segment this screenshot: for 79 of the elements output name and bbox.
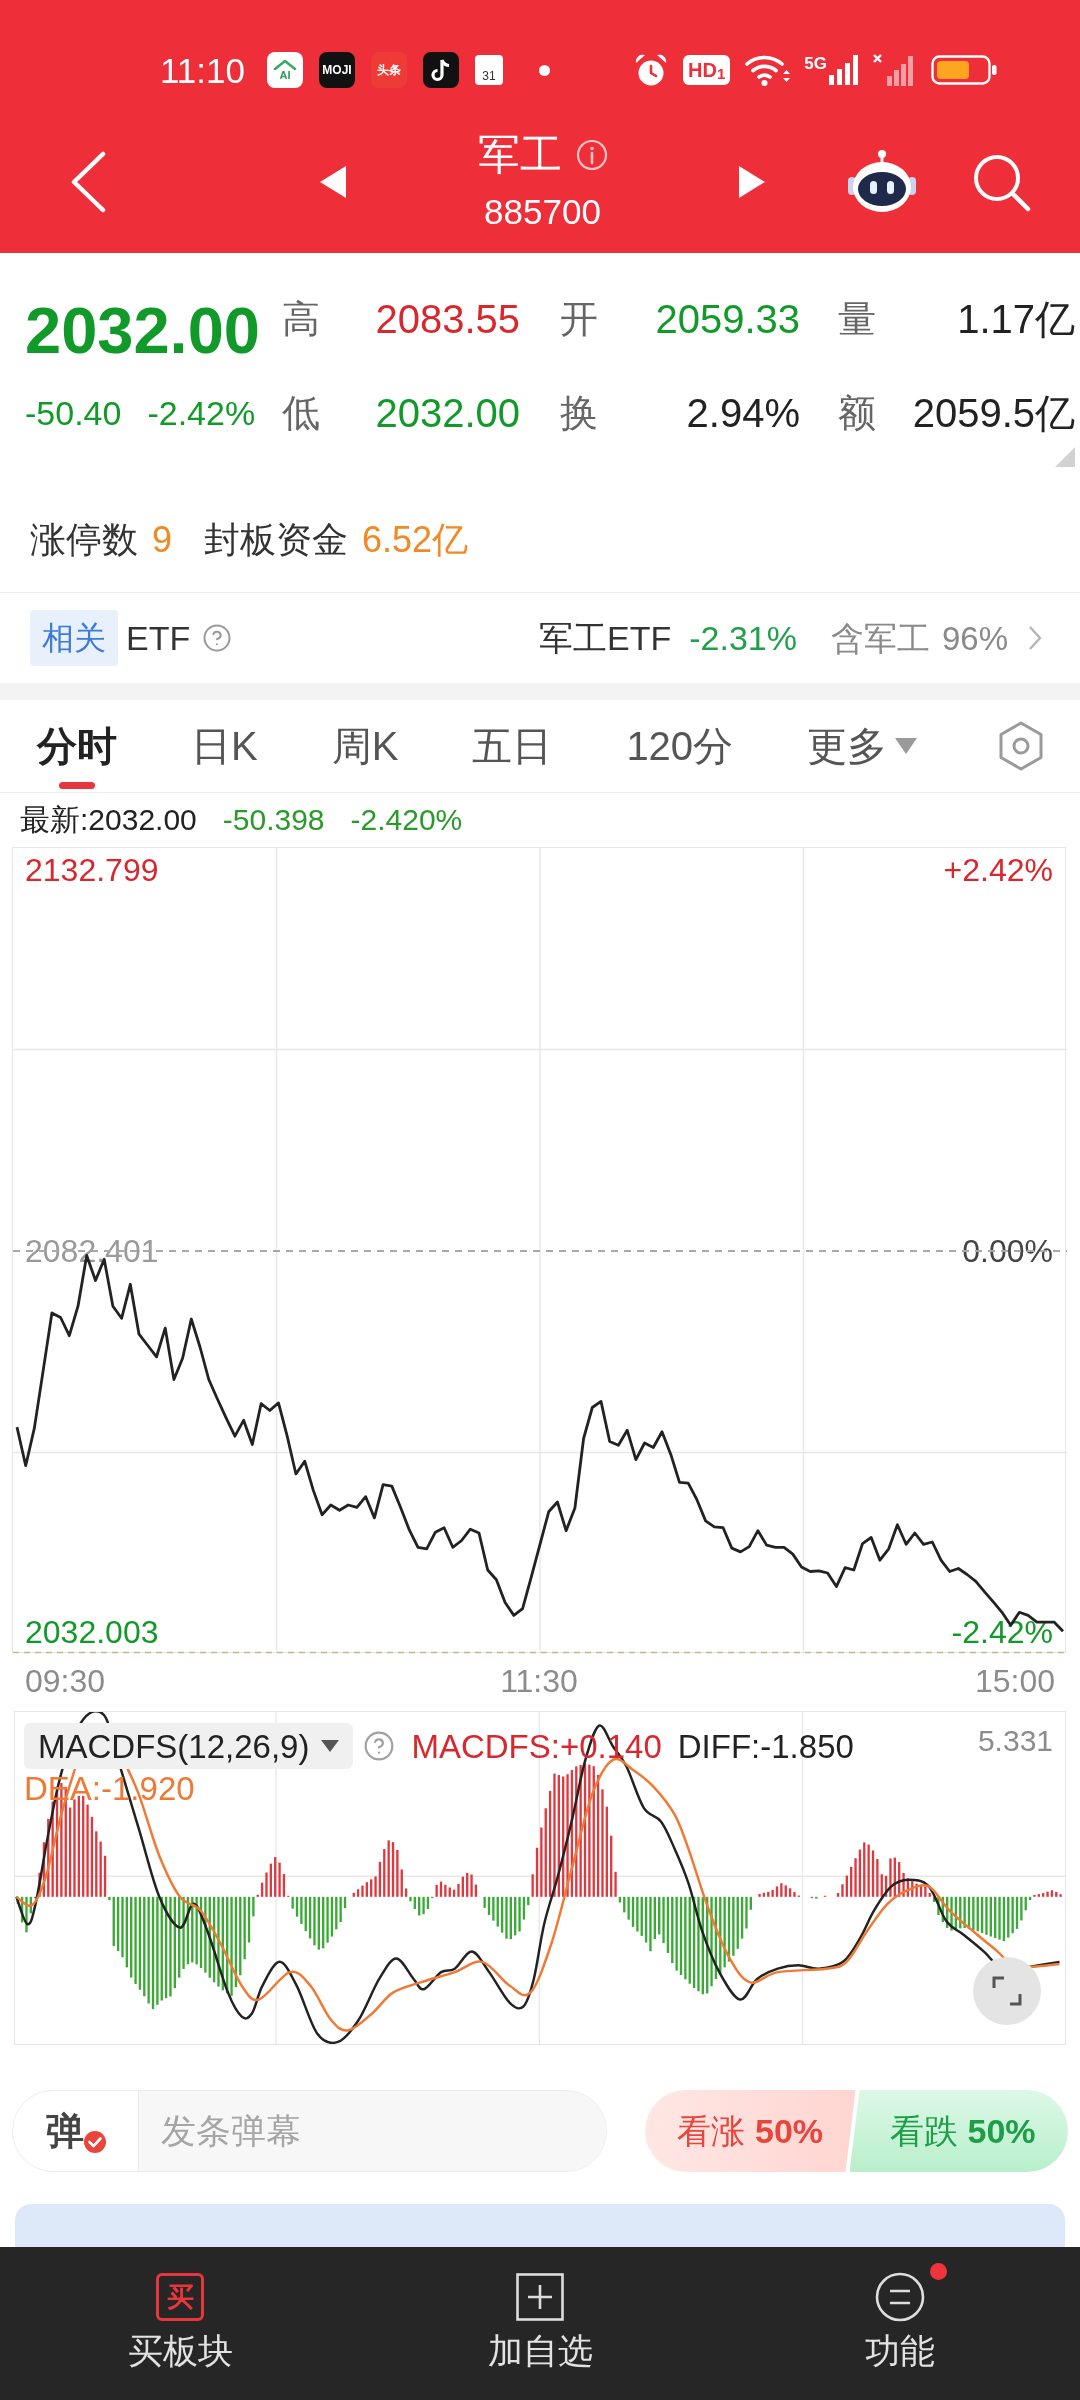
info-icon[interactable]	[575, 139, 608, 171]
stat-value: 2059.5亿	[912, 393, 1075, 433]
indicator-select[interactable]: MACDFS(12,26,9)	[24, 1723, 354, 1769]
stat-value: 1.17亿	[957, 299, 1075, 339]
price-axis-label: 2132.799	[25, 854, 159, 886]
wifi-icon	[744, 53, 791, 87]
macd-scale-max: 5.331	[977, 1726, 1053, 1756]
sector-title: 军工	[477, 134, 562, 176]
app-notification-tile: 头条	[371, 52, 407, 88]
related-tag: 相关	[30, 610, 118, 666]
chart-tab[interactable]: 更多	[770, 700, 955, 792]
index-price: 2032.00	[25, 293, 260, 367]
sealed-fund-label: 封板资金	[204, 522, 349, 558]
chart-tab[interactable]: 周K	[294, 700, 436, 792]
app-notification-tile: MOJI	[319, 52, 355, 88]
help-icon[interactable]	[363, 1730, 396, 1762]
stat-value: 2032.00	[375, 393, 520, 433]
app-tile-label: AI	[279, 70, 291, 81]
macd-reading: DIFF:-1.850	[677, 1729, 854, 1763]
previous-triangle-icon[interactable]	[320, 165, 346, 198]
etf-label: ETF	[126, 621, 191, 655]
signal-bars-icon	[829, 55, 859, 85]
sector-code: 885700	[484, 194, 601, 229]
bottom-nav-item[interactable]: 买 买板块	[0, 2247, 360, 2400]
percent-axis-label: +2.42%	[943, 854, 1053, 886]
latest-change: -50.398	[222, 805, 325, 835]
stat-label: 额	[838, 394, 877, 432]
holding-label: 含军工	[830, 621, 930, 655]
price-change: -50.40	[25, 396, 122, 430]
time-axis-label: 11:30	[500, 1665, 578, 1697]
danmaku-toggle[interactable]: 弹	[13, 2091, 138, 2171]
stat-label: 量	[838, 300, 877, 338]
etf-name[interactable]: 军工ETF	[539, 621, 672, 655]
stat-label: 高	[282, 300, 321, 338]
check-badge-icon	[83, 2131, 106, 2153]
music-note-app-icon	[423, 52, 459, 88]
stat-value: 2.94%	[686, 393, 800, 433]
etf-change: -2.31%	[689, 621, 797, 655]
robot-assistant-icon[interactable]	[845, 148, 919, 215]
back-icon[interactable]	[70, 150, 106, 213]
stat-value: 2083.55	[375, 299, 520, 339]
menu-circle-icon	[875, 2272, 925, 2322]
chart-tab[interactable]: 五日	[435, 700, 590, 792]
price-change-percent: -2.42%	[147, 396, 256, 430]
caret-down-icon	[895, 738, 918, 754]
house-roof-icon	[273, 59, 297, 70]
bottom-nav-item[interactable]: 加自选	[360, 2247, 720, 2400]
next-triangle-icon[interactable]	[739, 165, 765, 198]
help-icon[interactable]	[202, 623, 233, 653]
latest-change-percent: -2.420%	[350, 805, 463, 835]
bottom-nav-item[interactable]: 功能	[720, 2247, 1080, 2400]
expand-corners-icon	[992, 1976, 1022, 2006]
price-axis-label: 2082.401	[25, 1235, 159, 1267]
plus-square-icon	[516, 2273, 564, 2321]
latest-price: 最新:2032.00	[20, 805, 197, 835]
buy-icon-tile: 买	[156, 2273, 204, 2321]
percent-axis-label: -2.42%	[951, 1615, 1053, 1648]
limit-up-count-label: 涨停数	[30, 522, 138, 558]
stat-label: 换	[560, 394, 599, 432]
status-time: 11:10	[160, 52, 245, 88]
stat-value: 2059.33	[655, 299, 800, 339]
time-axis-label: 15:00	[974, 1665, 1055, 1697]
holding-percent: 96%	[941, 621, 1008, 655]
chart-tab[interactable]: 分时	[0, 700, 154, 792]
calendar-app-tile: 31	[475, 55, 503, 85]
time-axis-label: 09:30	[25, 1665, 106, 1697]
stat-label: 低	[282, 394, 321, 432]
comment-input-field[interactable]: 发条弹幕	[138, 2091, 606, 2171]
chart-tab[interactable]: 120分	[589, 700, 771, 792]
limit-up-count: 9	[152, 522, 173, 558]
stat-label: 开	[560, 300, 599, 338]
caret-down-icon	[321, 1740, 340, 1752]
chart-tab[interactable]: 日K	[154, 700, 295, 792]
hd-voice-badge: HD$_{1}$	[683, 55, 731, 85]
price-axis-label: 2032.003	[25, 1615, 159, 1648]
more-notifications-icon	[539, 64, 550, 76]
sealed-fund-value: 6.52亿	[362, 522, 469, 558]
network-type-label: 5G	[804, 55, 827, 72]
battery-icon	[931, 55, 997, 85]
